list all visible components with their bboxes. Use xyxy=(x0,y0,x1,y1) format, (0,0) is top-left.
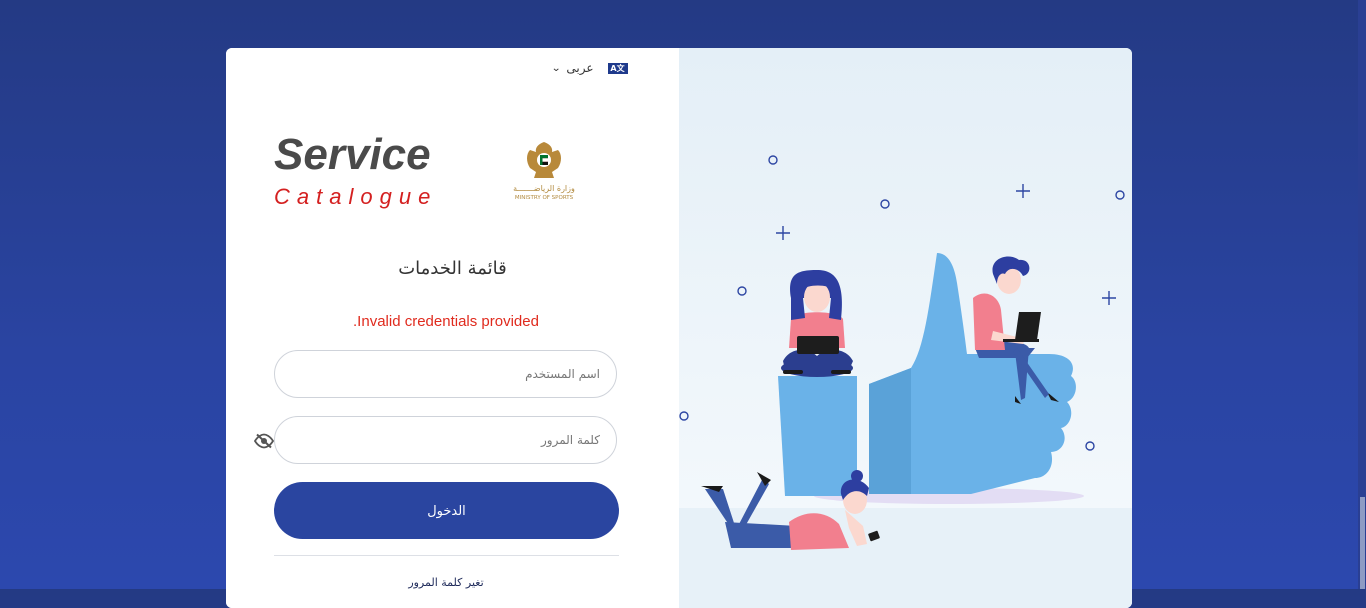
username-field[interactable] xyxy=(274,350,617,398)
logo-service-text: Service xyxy=(274,130,431,179)
illustration-panel xyxy=(679,48,1132,608)
login-card: ⌄ عربى A文 Service Catalogue وزارة الرياض… xyxy=(226,48,1132,608)
password-field[interactable] xyxy=(274,416,617,464)
divider xyxy=(274,555,619,556)
translate-icon: A文 xyxy=(607,62,628,74)
login-panel: ⌄ عربى A文 Service Catalogue وزارة الرياض… xyxy=(226,48,679,608)
logo-catalogue-text: Catalogue xyxy=(274,184,438,209)
username-input[interactable] xyxy=(275,351,616,397)
page-title: قائمة الخدمات xyxy=(398,258,507,279)
login-button[interactable]: الدخول xyxy=(274,482,619,539)
chevron-down-icon: ⌄ xyxy=(551,62,562,74)
page-scrollbar[interactable] xyxy=(1358,0,1366,589)
change-password-link[interactable]: تغير كلمة المرور xyxy=(226,576,666,589)
password-input[interactable] xyxy=(275,417,616,463)
ministry-name-en: MINISTRY OF SPORTS xyxy=(514,195,574,201)
thumbs-up-illustration xyxy=(679,155,1125,550)
ministry-emblem: وزارة الرياضـــــــة MINISTRY OF SPORTS xyxy=(508,138,580,208)
ministry-name-ar: وزارة الرياضـــــــة xyxy=(513,184,575,193)
eye-slash-icon[interactable] xyxy=(254,433,274,449)
language-label: عربى xyxy=(566,61,594,75)
language-switcher[interactable]: ⌄ عربى A文 xyxy=(551,60,628,76)
error-message: .Invalid credentials provided xyxy=(353,313,539,330)
falcon-emblem-icon xyxy=(527,142,561,178)
scrollbar-thumb[interactable] xyxy=(1360,497,1365,589)
